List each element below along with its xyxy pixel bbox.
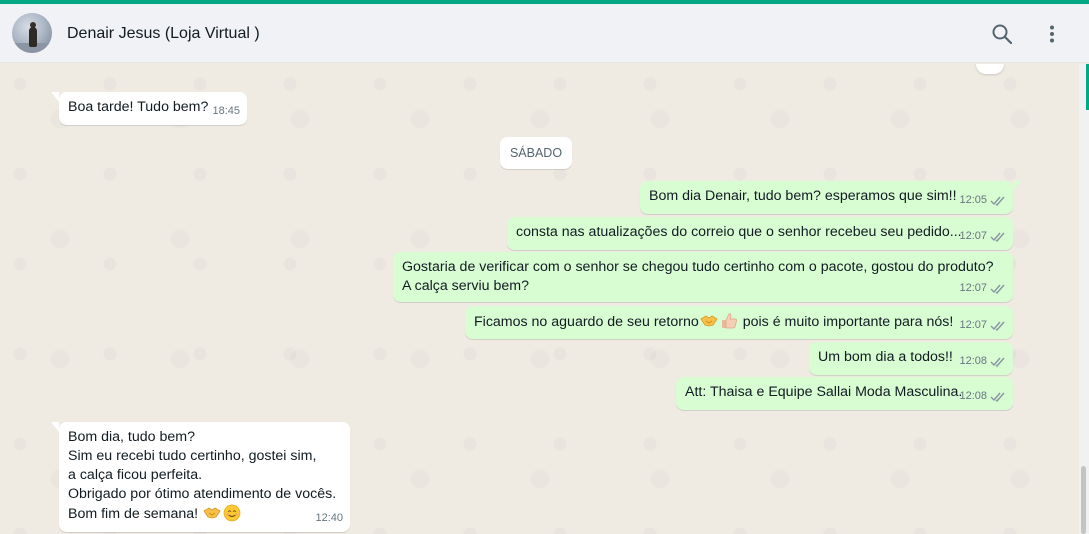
message-list[interactable]: Boa tarde! Tudo bem? 18:45 SÁBADO Bom di… [0, 64, 1079, 534]
message-bubble-incoming[interactable]: Boa tarde! Tudo bem? 18:45 [51, 92, 247, 125]
double-check-icon [990, 392, 1005, 402]
message-text: Att: Thaisa e Equipe Sallai Moda Masculi… [685, 384, 963, 400]
chat-scrollbar[interactable] [1079, 64, 1089, 534]
message-bubble-incoming[interactable]: Bom dia, tudo bem? Sim eu recebi tudo ce… [51, 422, 350, 532]
message-text: Gostaria de verificar com o senhor se ch… [402, 259, 994, 294]
message-time: 18:45 [212, 105, 240, 117]
message-time: 12:08 [959, 390, 987, 402]
double-check-icon [990, 357, 1005, 367]
message-text: Ficamos no aguardo de seu retorno [474, 314, 699, 330]
message-bubble-outgoing[interactable]: Um bom dia a todos!! 12:08 [809, 342, 1013, 375]
message-bubble-outgoing[interactable]: Ficamos no aguardo de seu retorno pois é… [465, 306, 1013, 339]
message-text: Um bom dia a todos!! [818, 349, 953, 365]
double-check-icon [990, 232, 1005, 242]
message-bubble-outgoing[interactable]: consta nas atualizações do correio que o… [507, 217, 1013, 250]
message-time: 12:07 [959, 282, 987, 294]
message-time: 12:08 [959, 355, 987, 367]
chat-scrollbar-thumb[interactable] [1081, 466, 1086, 534]
handshake-emoji [203, 507, 221, 519]
kebab-menu-icon[interactable] [1040, 22, 1064, 46]
message-text: Bom dia Denair, tudo bem? esperamos que … [649, 188, 957, 204]
search-icon[interactable] [990, 22, 1014, 46]
double-check-icon [990, 196, 1005, 206]
double-check-icon [990, 284, 1005, 294]
contact-avatar[interactable] [12, 13, 52, 53]
message-text: Boa tarde! Tudo bem? [68, 99, 209, 115]
message-time: 12:07 [959, 319, 987, 331]
message-text: consta nas atualizações do correio que o… [516, 224, 962, 240]
double-check-icon [990, 321, 1005, 331]
message-bubble-outgoing[interactable]: Gostaria de verificar com o senhor se ch… [393, 252, 1013, 302]
contact-name[interactable]: Denair Jesus (Loja Virtual ) [67, 25, 260, 43]
handshake-emoji [700, 315, 718, 327]
message-time: 12:05 [959, 194, 987, 206]
message-bubble-outgoing[interactable]: Bom dia Denair, tudo bem? esperamos que … [640, 181, 1021, 214]
message-bubble-outgoing[interactable]: Att: Thaisa e Equipe Sallai Moda Masculi… [676, 377, 1013, 410]
message-text-continued: pois é muito importante para nós! [738, 314, 954, 330]
chat-header: Denair Jesus (Loja Virtual ) [0, 4, 1089, 63]
smiling-face-emoji [223, 504, 241, 522]
thumbs-up-emoji [721, 313, 737, 329]
day-separator: SÁBADO [500, 137, 572, 169]
message-time: 12:40 [315, 512, 343, 524]
reaction-chip[interactable] [976, 64, 1004, 74]
message-time: 12:07 [959, 230, 987, 242]
